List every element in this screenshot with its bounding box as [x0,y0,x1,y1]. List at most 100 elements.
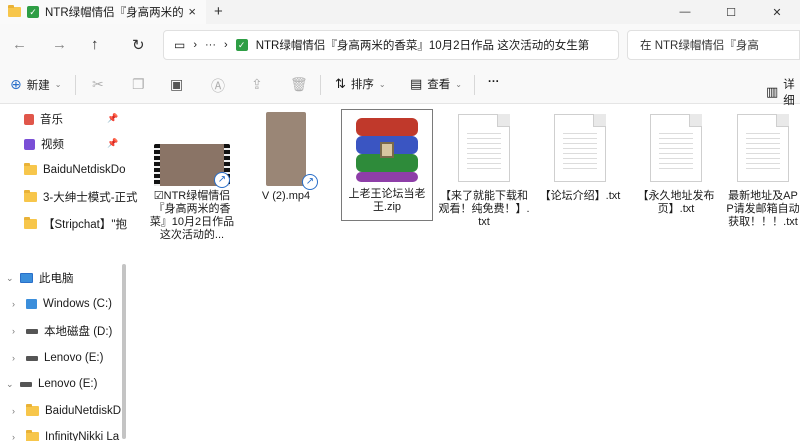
chevron-right-icon[interactable]: › [12,326,20,336]
navigation-pane: 音乐 📌 视频 📌 BaiduNetdiskDo 3-大绅士模式-正式 【Str… [0,104,138,441]
copy-button[interactable]: ❐ [132,76,145,93]
divider [474,75,475,95]
text-file-icon [554,114,606,182]
sidebar-scrollbar[interactable] [122,264,126,439]
chevron-right-icon[interactable]: › [12,406,20,416]
breadcrumb-chevron-icon: › [193,39,198,51]
sidebar-item-label: Lenovo (E:) [38,378,98,390]
new-button[interactable]: ⊕ 新建 ⌄ [10,76,61,93]
window-controls: — ☐ ✕ [662,0,800,24]
paste-button[interactable]: ▣ [170,76,183,93]
scissors-icon: ✂ [92,76,104,92]
sidebar-item-label: 3-大绅士模式-正式 [43,192,138,204]
file-name: 【论坛介绍】.txt [539,190,621,202]
command-bar: ⊕ 新建 ⌄ ✂ ❐ ▣ Ⓐ ⇪ 🗑 ⇅ 排序 ⌄ ▤ 查看 ⌄ ··· ▥ 详… [0,66,800,107]
delete-button[interactable]: 🗑 [290,76,308,93]
tab-bar: ✓ NTR绿帽情侣『身高两米的 × + — ☐ ✕ [0,0,800,24]
file-item-txt-2[interactable]: 【论坛介绍】.txt [534,114,626,203]
chevron-right-icon[interactable]: › [12,299,20,309]
close-window-button[interactable]: ✕ [754,0,800,24]
sidebar-item-baidunetdisk[interactable]: BaiduNetdiskDo [24,159,144,181]
text-file-icon [458,114,510,182]
refresh-icon[interactable]: ↻ [132,36,145,54]
text-file-icon [650,114,702,182]
share-icon: ⇪ [251,76,263,92]
sidebar-item-videos[interactable]: 视频 [24,133,144,155]
tab-current[interactable]: ✓ NTR绿帽情侣『身高两米的 × [0,0,206,24]
sidebar-item-folder-3[interactable]: 3-大绅士模式-正式 [24,186,144,208]
new-tab-button[interactable]: + [214,3,223,20]
folder-icon [8,5,21,17]
search-input[interactable]: 在 NTR绿帽情侣『身高 [627,30,800,60]
cut-button[interactable]: ✂ [92,76,104,93]
sidebar-item-stripchat[interactable]: 【Stripchat】"抱 [24,213,144,235]
sidebar-item-lenovo-e-expanded[interactable]: ⌄ Lenovo (E:) [6,373,126,395]
breadcrumb-overflow-button[interactable]: ··· [205,39,216,51]
address-bar[interactable]: ▭ › ··· › ✓ NTR绿帽情侣『身高两米的香菜』10月2日作品 这次活动… [163,30,619,60]
monitor-icon: ▭ [174,38,186,52]
view-button-label: 查看 [427,79,451,91]
more-icon: ··· [488,76,500,88]
more-options-button[interactable]: ··· [488,76,500,88]
drive-icon [26,355,38,361]
folder-icon [24,190,37,202]
divider [320,75,321,95]
sort-button[interactable]: ⇅ 排序 ⌄ [335,76,386,92]
rename-button[interactable]: Ⓐ [211,76,225,96]
maximize-button[interactable]: ☐ [708,0,754,24]
drive-icon [26,328,38,334]
sidebar-item-this-pc[interactable]: ⌄ 此电脑 [6,267,126,289]
sidebar-item-label: 【Stripchat】"抱 [43,219,127,231]
chevron-down-icon[interactable]: ⌄ [6,273,14,284]
divider [75,75,76,95]
forward-arrow-icon[interactable]: → [52,36,67,53]
chevron-right-icon[interactable]: › [12,432,20,441]
video-thumbnail [266,112,306,186]
copy-icon: ❐ [132,76,145,92]
clipboard-icon: ▣ [170,76,184,92]
sidebar-item-drive-e[interactable]: › Lenovo (E:) [12,347,132,369]
file-item-txt-3[interactable]: 【永久地址发布页】.txt [630,114,722,216]
file-name: 上老王论坛当老王.zip [348,188,426,213]
sidebar-item-label: 音乐 [40,114,63,126]
chevron-right-icon[interactable]: › [12,353,20,363]
folder-icon [26,404,39,416]
sidebar-item-label: BaiduNetdiskD [45,405,122,417]
chevron-down-icon: ⌄ [455,79,462,89]
view-icon: ▤ [410,76,423,91]
search-placeholder: 在 NTR绿帽情侣『身高 [640,40,759,52]
share-button[interactable]: ⇪ [251,76,263,93]
drive-icon [20,381,32,387]
tab-title: NTR绿帽情侣『身高两米的 [45,7,184,19]
sidebar-item-drive-d[interactable]: › 本地磁盘 (D:) [12,320,132,342]
sidebar-item-label: InfinityNikki La [45,431,120,441]
sidebar-item-label: 此电脑 [39,273,74,285]
shortcut-arrow-icon: ↗ [214,172,230,188]
archive-icon [350,114,424,184]
sidebar-item-music[interactable]: 音乐 [24,108,144,130]
file-item-zip[interactable]: 上老王论坛当老王.zip [341,109,433,221]
chevron-down-icon[interactable]: ⌄ [6,379,14,390]
text-file-icon [737,114,789,182]
sidebar-item-label: BaiduNetdiskDo [43,164,126,176]
minimize-button[interactable]: — [662,0,708,24]
shortcut-arrow-icon: ↗ [302,174,318,190]
file-item-txt-1[interactable]: 【来了就能下载和观看！纯免费！】.txt [438,114,530,229]
details-pane-icon: ▥ [766,84,779,99]
tab-close-button[interactable]: × [188,4,196,19]
back-arrow-icon[interactable]: ← [12,36,27,53]
file-item-txt-4[interactable]: 最新地址及APP请发邮箱自动获取！！！.txt [726,114,800,229]
sidebar-item-baidunetdisk-e[interactable]: › BaiduNetdiskD [12,400,132,422]
file-item-video-2[interactable]: ↗ V (2).mp4 [240,112,332,203]
breadcrumb-path[interactable]: NTR绿帽情侣『身高两米的香菜』10月2日作品 这次活动的女生第 [256,37,590,53]
sidebar-item-infinitynikki[interactable]: › InfinityNikki La [12,426,132,441]
view-button[interactable]: ▤ 查看 ⌄ [410,76,462,92]
file-name: V (2).mp4 [261,190,311,202]
up-arrow-icon[interactable]: ↑ [91,36,99,53]
file-item-video-1[interactable]: ↗ ☑NTR绿帽情侣『身高两米的香菜』10月2日作品 这次活动的... [146,144,238,242]
navigation-bar: ← → ↑ ↻ ▭ › ··· › ✓ NTR绿帽情侣『身高两米的香菜』10月2… [0,24,800,66]
sidebar-item-drive-c[interactable]: › Windows (C:) [12,293,132,315]
folder-icon [24,217,37,229]
chevron-down-icon: ⌄ [54,80,62,89]
sidebar-item-label: Windows (C:) [43,298,113,310]
